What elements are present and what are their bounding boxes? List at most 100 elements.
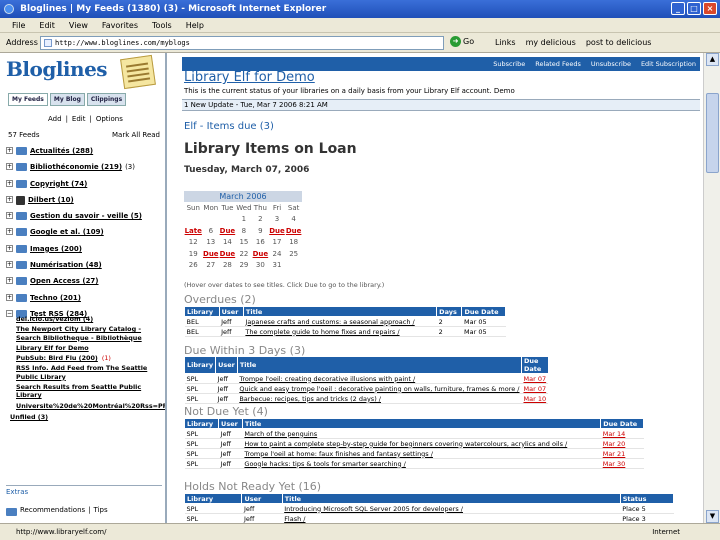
- sidebar-folder[interactable]: + Google et al. (109): [6, 226, 164, 242]
- subfeed-label[interactable]: PubSub: Bird Flu (200): [16, 354, 98, 362]
- folder-label[interactable]: Images (200): [30, 243, 82, 255]
- item-title[interactable]: Quick and easy trompe l'oeil : decorativ…: [237, 383, 522, 394]
- expand-icon[interactable]: +: [6, 261, 13, 269]
- add-link[interactable]: Add: [48, 115, 62, 123]
- scroll-down-icon[interactable]: ▼: [706, 510, 719, 523]
- unsubscribe-link[interactable]: Unsubscribe: [591, 57, 631, 71]
- item-title[interactable]: Flash /: [282, 513, 621, 523]
- calendar-cell[interactable]: Due: [219, 248, 236, 260]
- expand-icon[interactable]: +: [6, 163, 13, 171]
- feeds-count[interactable]: 57 Feeds: [8, 131, 39, 139]
- tips-link[interactable]: Tips: [94, 506, 108, 516]
- menu-tools[interactable]: Tools: [152, 18, 172, 32]
- subfeed-label[interactable]: Universite%20de%20Montréal%20Rss=PRensei…: [16, 402, 165, 410]
- subfeed-item[interactable]: Library Elf for Demo: [16, 344, 164, 352]
- recommendations-link[interactable]: Recommendations: [20, 506, 85, 516]
- expand-icon[interactable]: +: [6, 293, 13, 301]
- folder-label[interactable]: Dilbert (10): [28, 194, 74, 206]
- item-title[interactable]: Barbecue: recipes, tips and tricks (2 da…: [237, 393, 522, 404]
- table-cell[interactable]: Mar 30: [600, 458, 644, 469]
- sidebar-folder[interactable]: + Actualités (288): [6, 145, 164, 161]
- sidebar-folder[interactable]: + Dilbert (10): [6, 194, 164, 210]
- folder-label[interactable]: Gestion du savoir - veille (5): [30, 210, 142, 222]
- subfeed-item[interactable]: PubSub: Bird Flu (200) (1): [16, 354, 164, 362]
- edit-link[interactable]: Edit: [72, 115, 86, 123]
- subfeed-label[interactable]: RSS Info. Add Feed from The Seattle Publ…: [16, 364, 147, 380]
- subfeed-label[interactable]: The Newport City Library Catalog - Searc…: [16, 325, 142, 341]
- minimize-icon[interactable]: _: [671, 2, 685, 15]
- folder-label[interactable]: Techno (201): [30, 292, 81, 304]
- item-title[interactable]: Trompe l'oeil at home: faux finishes and…: [242, 448, 601, 459]
- tab-my-feeds[interactable]: My Feeds: [8, 93, 48, 106]
- tab-clippings[interactable]: Clippings: [86, 93, 127, 106]
- folder-label[interactable]: Google et al. (109): [30, 226, 104, 238]
- sidebar-folder[interactable]: + Images (200): [6, 243, 164, 259]
- link-post-delicious[interactable]: post to delicious: [586, 38, 652, 47]
- expand-icon[interactable]: +: [6, 228, 13, 236]
- maximize-icon[interactable]: □: [687, 2, 701, 15]
- subfeed-item[interactable]: The Newport City Library Catalog - Searc…: [16, 325, 164, 342]
- scroll-thumb[interactable]: [706, 93, 719, 173]
- table-cell[interactable]: Mar 10: [521, 393, 549, 404]
- table-cell[interactable]: Mar 07: [521, 383, 549, 394]
- table-cell[interactable]: Mar 07: [521, 373, 549, 384]
- calendar-cell[interactable]: Late: [184, 225, 202, 237]
- sidebar-folder[interactable]: + Techno (201): [6, 292, 164, 308]
- subfeed-item[interactable]: RSS Info. Add Feed from The Seattle Publ…: [16, 364, 164, 381]
- sidebar-folder[interactable]: + Copyright (74): [6, 178, 164, 194]
- menu-file[interactable]: File: [12, 18, 25, 32]
- sidebar-folder[interactable]: + Numérisation (48): [6, 259, 164, 275]
- address-input[interactable]: http://www.bloglines.com/myblogs: [40, 36, 444, 50]
- bloglines-logo[interactable]: Bloglines: [6, 57, 108, 81]
- item-heading[interactable]: Elf - Items due (3): [184, 121, 274, 132]
- folder-label[interactable]: Open Access (27): [30, 275, 99, 287]
- vertical-scrollbar[interactable]: ▲ ▼: [703, 53, 720, 523]
- feed-title[interactable]: Library Elf for Demo: [184, 70, 315, 85]
- table-cell[interactable]: Mar 21: [600, 448, 644, 459]
- expand-icon[interactable]: +: [6, 147, 13, 154]
- expand-icon[interactable]: +: [6, 244, 13, 252]
- expand-icon[interactable]: +: [6, 212, 13, 220]
- sidebar-folder[interactable]: + Gestion du savoir - veille (5): [6, 210, 164, 226]
- item-title[interactable]: How to paint a complete step-by-step gui…: [242, 438, 601, 449]
- expand-icon[interactable]: +: [6, 277, 13, 285]
- tab-my-blog[interactable]: My Blog: [49, 93, 85, 106]
- subfeed-item[interactable]: Universite%20de%20Montréal%20Rss=PRensei…: [16, 402, 165, 410]
- expand-icon[interactable]: +: [6, 195, 13, 203]
- mark-all-read[interactable]: Mark All Read: [112, 131, 160, 139]
- subfeed-unfiled[interactable]: Unfiled (3): [10, 413, 164, 421]
- item-title[interactable]: Japanese crafts and customs: a seasonal …: [243, 316, 437, 327]
- folder-label[interactable]: Actualités (288): [30, 145, 93, 157]
- menu-edit[interactable]: Edit: [39, 18, 55, 32]
- scroll-up-icon[interactable]: ▲: [706, 53, 719, 66]
- link-my-delicious[interactable]: my delicious: [526, 38, 576, 47]
- subfeed-label[interactable]: Library Elf for Demo: [16, 344, 89, 352]
- sidebar-folder[interactable]: + Bibliothéconomie (219) (3): [6, 161, 164, 177]
- menu-help[interactable]: Help: [186, 18, 204, 32]
- folder-label[interactable]: Numérisation (48): [30, 259, 102, 271]
- close-icon[interactable]: ×: [703, 2, 717, 15]
- table-cell[interactable]: Mar 14: [600, 428, 644, 439]
- go-button[interactable]: ➜ Go: [450, 36, 474, 47]
- expand-icon[interactable]: −: [6, 309, 13, 317]
- edit-subscription-link[interactable]: Edit Subscription: [641, 57, 696, 71]
- calendar-cell[interactable]: Due: [269, 225, 286, 237]
- sidebar-folder[interactable]: + Open Access (27): [6, 275, 164, 291]
- folder-label[interactable]: Copyright (74): [30, 178, 87, 190]
- unfiled-label[interactable]: Unfiled (3): [10, 413, 48, 421]
- item-title[interactable]: March of the penguins: [242, 428, 601, 439]
- calendar-cell[interactable]: Due: [202, 248, 219, 260]
- calendar-cell[interactable]: Due: [252, 248, 269, 260]
- item-title[interactable]: Introducing Microsoft SQL Server 2005 fo…: [282, 503, 621, 514]
- subfeed-label[interactable]: del.icio.us/vezlom (4): [16, 315, 93, 323]
- expand-icon[interactable]: +: [6, 179, 13, 187]
- item-title[interactable]: Google hacks: tips & tools for smarter s…: [242, 458, 601, 469]
- calendar-cell[interactable]: Due: [219, 225, 236, 237]
- subfeed-item[interactable]: Search Results from Seattle Public Libra…: [16, 383, 164, 400]
- table-cell[interactable]: Mar 20: [600, 438, 644, 449]
- related-feeds-link[interactable]: Related Feeds: [535, 57, 581, 71]
- subfeed-item[interactable]: del.icio.us/vezlom (4): [16, 315, 164, 323]
- item-title[interactable]: The complete guide to home fixes and rep…: [243, 326, 437, 337]
- folder-label[interactable]: Bibliothéconomie (219): [30, 161, 122, 173]
- subfeed-label[interactable]: Search Results from Seattle Public Libra…: [16, 383, 141, 399]
